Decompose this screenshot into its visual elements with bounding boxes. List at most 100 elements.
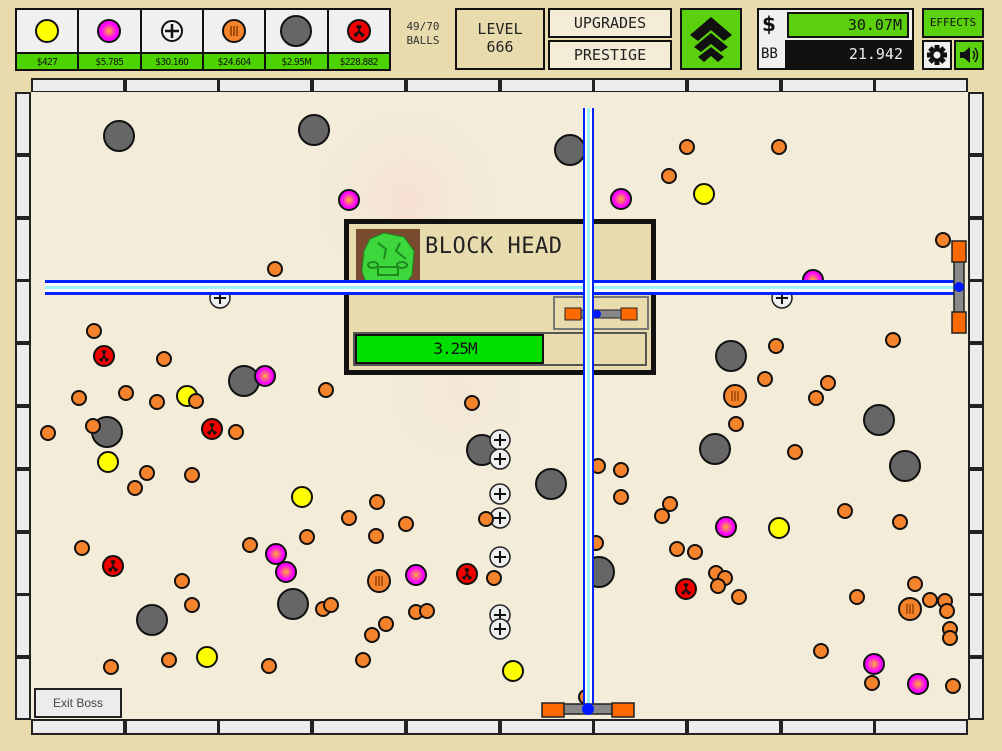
prestige-button[interactable]: PRESTIGE xyxy=(548,40,672,70)
basic-ball xyxy=(323,597,339,613)
block-head-icon xyxy=(361,232,415,289)
level-label: LEVEL xyxy=(477,20,523,38)
sniper-ball xyxy=(889,450,921,482)
scatter-ball xyxy=(489,618,511,640)
basic-ball xyxy=(669,541,685,557)
basic-ball xyxy=(837,503,853,519)
basic-ball xyxy=(74,540,90,556)
price-label: $228.882 xyxy=(328,52,389,69)
basic-ball xyxy=(139,465,155,481)
basic-ball xyxy=(85,418,101,434)
poison-ball xyxy=(93,345,115,367)
buy-scatter-ball-button[interactable]: $30.160 xyxy=(141,10,202,69)
basic-ball xyxy=(613,489,629,505)
poison-ball xyxy=(102,555,124,577)
sniper-ball-icon xyxy=(266,10,326,52)
basic-ball xyxy=(588,535,604,551)
wall-segment xyxy=(312,719,407,735)
basic-ball xyxy=(935,232,951,248)
paddle-icon xyxy=(564,307,638,321)
wall-segment xyxy=(405,719,500,735)
plasma-ball xyxy=(275,561,297,583)
wall-segment xyxy=(593,719,688,735)
basic-ball xyxy=(787,444,803,460)
rank-up-button[interactable] xyxy=(680,8,742,70)
scatter-ball-icon xyxy=(142,10,202,52)
basic-ball xyxy=(261,658,277,674)
wall-segment xyxy=(218,78,313,93)
buy-sniper-ball-button[interactable]: $2.95M xyxy=(266,10,327,69)
settings-button[interactable] xyxy=(922,40,952,70)
sniper-ball xyxy=(535,468,567,500)
basic-ball xyxy=(71,390,87,406)
wall-segment xyxy=(15,594,31,658)
yellow-ball xyxy=(97,451,119,473)
buy-yellow-ball-button[interactable]: $427 xyxy=(17,10,78,69)
basic-ball xyxy=(864,675,880,691)
basic-ball xyxy=(267,261,283,277)
basic-ball xyxy=(687,544,703,560)
basic-ball xyxy=(369,494,385,510)
exit-boss-button[interactable]: Exit Boss xyxy=(34,688,122,718)
poison-ball xyxy=(675,578,697,600)
sniper-ball xyxy=(103,120,135,152)
currency-panel: $ BB 30.07M 21.942 xyxy=(757,8,914,70)
sniper-ball xyxy=(228,365,260,397)
wall-segment xyxy=(312,78,407,93)
scatter-ball xyxy=(489,546,511,568)
wall-segment xyxy=(968,92,984,155)
balls-count-label: BALLS xyxy=(406,34,440,47)
buy-cannon-ball-button[interactable]: $24.604 xyxy=(203,10,265,69)
basic-ball xyxy=(590,458,606,474)
wall-segment xyxy=(499,78,594,93)
wall-segment xyxy=(968,531,984,595)
basic-ball xyxy=(820,375,836,391)
basic-ball xyxy=(578,689,594,705)
boss-panel: BLOCK HEAD 3.25M xyxy=(344,219,656,375)
plasma-ball xyxy=(863,653,885,675)
basic-ball xyxy=(398,516,414,532)
basic-ball xyxy=(341,510,357,526)
wall-segment xyxy=(968,280,984,344)
wall-segment xyxy=(593,78,688,93)
chevrons-up-icon xyxy=(690,17,732,62)
upgrades-button[interactable]: UPGRADES xyxy=(548,8,672,38)
price-label: $2.95M xyxy=(266,52,327,69)
wall-segment xyxy=(15,154,31,218)
basic-ball xyxy=(939,603,955,619)
basic-ball xyxy=(849,589,865,605)
cash-value: 30.07M xyxy=(787,12,909,38)
plasma-ball xyxy=(715,516,737,538)
poison-ball xyxy=(456,563,478,585)
basic-ball xyxy=(156,351,172,367)
basic-ball xyxy=(808,390,824,406)
wall-segment xyxy=(686,719,781,735)
basic-ball xyxy=(40,425,56,441)
sniper-ball xyxy=(298,114,330,146)
sniper-ball xyxy=(277,588,309,620)
basic-ball xyxy=(464,395,480,411)
wall-segment xyxy=(780,719,875,735)
plasma-ball xyxy=(338,189,360,211)
poison-ball-icon xyxy=(329,10,389,52)
wall-segment xyxy=(15,280,31,344)
basic-ball xyxy=(174,573,190,589)
effects-button[interactable]: EFFECTS xyxy=(922,8,984,38)
wall-segment xyxy=(15,92,31,155)
buy-plasma-ball-button[interactable]: $5.785 xyxy=(79,10,140,69)
plasma-ball-icon xyxy=(79,10,139,52)
sniper-ball xyxy=(715,340,747,372)
basic-ball xyxy=(813,643,829,659)
basic-ball xyxy=(661,168,677,184)
wall-segment xyxy=(218,719,313,735)
wall-segment xyxy=(31,78,125,93)
basic-ball xyxy=(728,416,744,432)
buy-poison-ball-button[interactable]: $228.882 xyxy=(328,10,389,69)
wall-segment xyxy=(15,468,31,532)
yellow-ball xyxy=(196,646,218,668)
level-value: 666 xyxy=(486,38,514,56)
balls-count-value: 49/70 xyxy=(406,20,440,33)
sound-toggle-button[interactable] xyxy=(954,40,984,70)
cannon-ball-icon xyxy=(204,10,264,52)
basic-ball xyxy=(654,508,670,524)
